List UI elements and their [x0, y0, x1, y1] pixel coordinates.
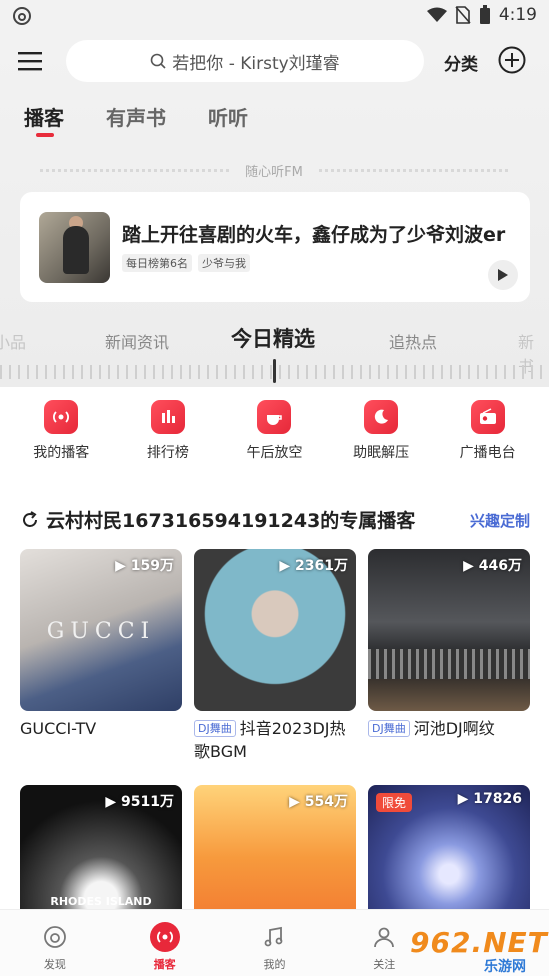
category-button[interactable]: 分类 — [444, 50, 478, 75]
quick-actions: 我的播客 排行榜 午后放空 助眠解压 广播电台 — [0, 400, 549, 480]
wifi-icon — [426, 7, 447, 22]
nav-label: 播客 — [153, 958, 176, 971]
status-icons: 4:19 — [426, 5, 537, 25]
podcast-title: DJ舞曲 河池DJ啊纹 — [368, 717, 530, 740]
nav-mine[interactable]: 我的 — [234, 910, 314, 976]
status-time: 4:19 — [498, 5, 537, 25]
dial-item-skit[interactable]: 小品 — [0, 329, 26, 353]
header: 若把你 - Kirsty刘瑾睿 分类 播客 有声书 听听 随心听FM 踏上开往喜… — [0, 32, 549, 387]
cover-figure-body — [63, 226, 89, 274]
tab-audiobook[interactable]: 有声书 — [106, 102, 166, 131]
podcast-title: GUCCI-TV — [20, 719, 97, 738]
quick-label: 午后放空 — [246, 445, 303, 461]
fm-tag-show[interactable]: 少爷与我 — [198, 254, 250, 272]
podcast-cover: ▶ 446万 — [368, 549, 530, 711]
dial-item-news[interactable]: 新闻资讯 — [105, 329, 169, 353]
interest-custom-link[interactable]: 兴趣定制 — [470, 510, 530, 531]
status-bar: 4:19 — [0, 0, 549, 32]
play-count: ▶ 159万 — [115, 558, 174, 574]
cover-desk — [368, 649, 530, 679]
radio-icon — [470, 400, 505, 434]
nav-podcast[interactable]: 播客 — [125, 910, 205, 976]
play-count: ▶ 9511万 — [105, 794, 174, 810]
dial-item-today[interactable]: 今日精选 — [231, 323, 315, 353]
category-dial[interactable]: 小品 新闻资讯 今日精选 追热点 新书 — [0, 317, 549, 387]
quick-sleep[interactable]: 助眠解压 — [331, 400, 431, 480]
fm-label-text: 随心听FM — [245, 164, 303, 180]
netease-logo-icon — [13, 7, 31, 25]
fm-tags: 每日榜第6名 少爷与我 — [122, 254, 250, 272]
dial-item-trending[interactable]: 追热点 — [389, 329, 437, 353]
menu-icon[interactable] — [18, 50, 42, 72]
play-count: ▶ 554万 — [289, 794, 348, 810]
music-note-icon — [259, 922, 289, 952]
fm-tag-rank: 每日榜第6名 — [122, 254, 192, 272]
moon-icon — [364, 400, 399, 434]
tab-listen[interactable]: 听听 — [208, 102, 248, 131]
fm-title: 踏上开往喜剧的火车，鑫仔成为了少爷刘波er — [122, 224, 506, 246]
divider — [318, 168, 509, 172]
search-icon — [150, 53, 166, 69]
podcast-title: DJ舞曲 抖音2023DJ热歌BGM — [194, 719, 346, 761]
chart-bars-icon — [150, 400, 185, 434]
podcast-cover: GUCCI ▶ 159万 — [20, 549, 182, 711]
quick-label: 助眠解压 — [353, 445, 410, 461]
top-tabs: 播客 有声书 听听 — [24, 102, 248, 137]
podcast-icon — [149, 922, 180, 952]
recommend-header: 云村村民167316594191243的专属播客 兴趣定制 — [20, 506, 530, 534]
coffee-cup-icon — [257, 400, 292, 434]
nav-label: 我的 — [263, 958, 286, 971]
dial-needle — [273, 359, 276, 383]
add-icon[interactable] — [498, 46, 526, 74]
watermark-logo: 962.NET 乐游网 — [410, 926, 548, 975]
free-badge: 限免 — [376, 793, 413, 812]
watermark-subtext: 乐游网 — [484, 959, 526, 975]
play-button[interactable] — [488, 260, 518, 290]
play-icon — [498, 269, 508, 281]
podcast-card[interactable]: ▶ 2361万 DJ舞曲 抖音2023DJ热歌BGM — [194, 549, 356, 763]
genre-tag: DJ舞曲 — [368, 720, 410, 737]
quick-label: 排行榜 — [146, 445, 189, 461]
refresh-icon[interactable] — [20, 510, 40, 530]
nav-label: 发现 — [43, 958, 66, 971]
play-count: ▶ 17826 — [457, 791, 522, 807]
quick-radio[interactable]: 广播电台 — [438, 400, 538, 480]
podcast-card[interactable]: ▶ 446万 DJ舞曲 河池DJ啊纹 — [368, 549, 530, 740]
quick-label: 广播电台 — [459, 445, 516, 461]
divider — [40, 168, 230, 172]
cover-brand-text: GUCCI — [46, 619, 156, 644]
quick-label: 我的播客 — [33, 445, 90, 461]
person-icon — [369, 922, 399, 952]
netease-logo-icon — [40, 922, 70, 952]
quick-afternoon[interactable]: 午后放空 — [224, 400, 324, 480]
fm-section-label: 随心听FM — [24, 162, 524, 180]
fm-cover-image — [39, 212, 110, 283]
battery-icon — [479, 5, 490, 24]
play-count: ▶ 2361万 — [279, 558, 348, 574]
podcast-cover: ▶ 2361万 — [194, 549, 356, 711]
watermark-text: 962.NET — [410, 926, 548, 959]
quick-charts[interactable]: 排行榜 — [118, 400, 218, 480]
tab-podcast[interactable]: 播客 — [24, 102, 64, 137]
podcast-card[interactable]: GUCCI ▶ 159万 GUCCI-TV — [20, 549, 182, 740]
recommend-title: 云村村民167316594191243的专属播客 — [46, 510, 416, 532]
genre-tag: DJ舞曲 — [194, 720, 236, 737]
podcast-icon — [44, 400, 79, 434]
cover-text: RHODES ISLAND — [50, 895, 152, 908]
search-placeholder: 若把你 - Kirsty刘瑾睿 — [172, 53, 340, 74]
fm-card[interactable]: 踏上开往喜剧的火车，鑫仔成为了少爷刘波er 每日榜第6名 少爷与我 — [20, 192, 530, 302]
nav-discover[interactable]: 发现 — [15, 910, 95, 976]
search-input[interactable]: 若把你 - Kirsty刘瑾睿 — [66, 40, 424, 82]
play-count: ▶ 446万 — [463, 558, 522, 574]
no-sim-icon — [455, 6, 471, 24]
nav-label: 关注 — [373, 958, 396, 971]
quick-my-podcast[interactable]: 我的播客 — [11, 400, 111, 480]
